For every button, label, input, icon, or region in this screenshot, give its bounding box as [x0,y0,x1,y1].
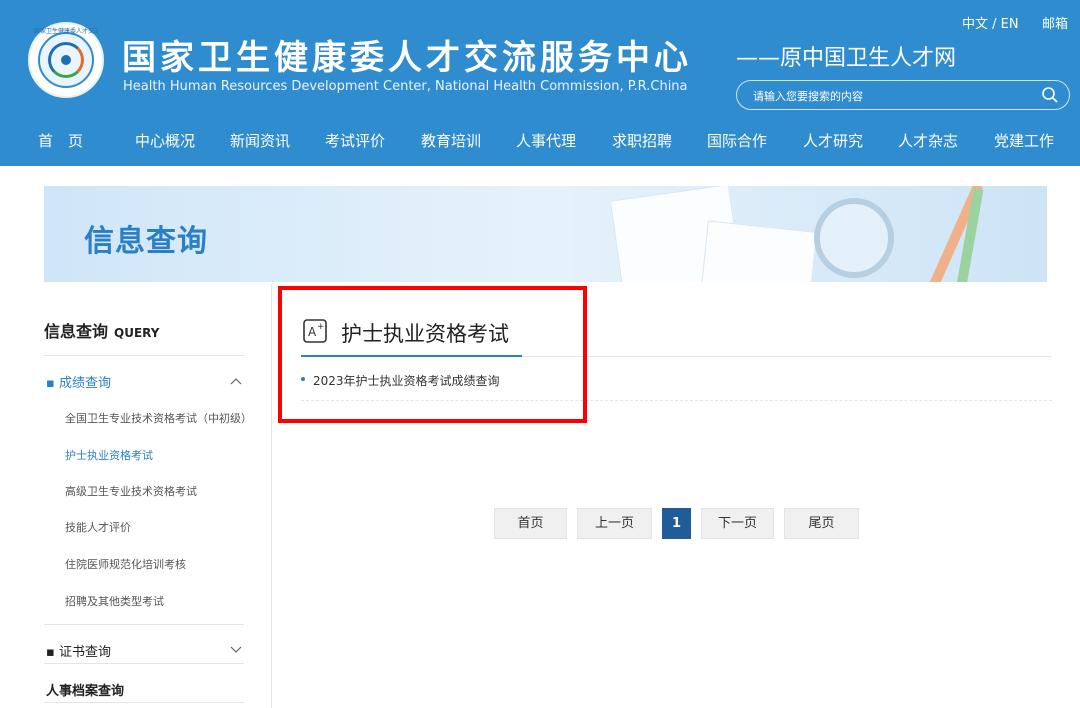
sidebar-divider [44,663,244,664]
nav-training[interactable]: 教育培训 [421,130,481,151]
page-current-button[interactable]: 1 [662,508,691,539]
nav-personnel[interactable]: 人事代理 [516,130,576,151]
banner-title: 信息查询 [84,224,208,259]
nav-news[interactable]: 新闻资讯 [230,130,290,151]
main-nav: 首 页 中心概况 新闻资讯 考试评价 教育培训 人事代理 求职招聘 国际合作 人… [0,122,1080,160]
sidebar-item-recruitment[interactable]: 招聘及其他类型考试 [65,593,164,609]
nav-magazine[interactable]: 人才杂志 [898,130,958,151]
sidebar-divider [44,702,244,703]
page-first-button[interactable]: 首页 [494,508,567,539]
sidebar-divider [44,355,244,356]
site-logo[interactable]: 国家卫生健康委人才交流服务中心 [28,22,104,98]
sidebar-item-senior-health[interactable]: 高级卫生专业技术资格考试 [65,483,197,499]
logo-text: 国家卫生健康委人才交流服务中心 [34,28,98,35]
page-prev-button[interactable]: 上一页 [577,508,652,539]
nav-exams[interactable]: 考试评价 [325,130,385,151]
sidebar-item-nurse[interactable]: 护士执业资格考试 [65,447,153,463]
banner-envelope-image [700,220,818,282]
sidebar-group-label: 证书查询 [58,645,111,660]
bullet-icon: ▪ [46,645,59,660]
sidebar-item-skills[interactable]: 技能人才评价 [65,519,131,535]
sidebar-title: 信息查询 QUERY [44,318,159,342]
sidebar-title-en: QUERY [114,326,160,340]
magnifier-icon [814,198,894,278]
site-header: 国家卫生健康委人才交流服务中心 国家卫生健康委人才交流服务中心 ——原中国卫生人… [0,0,1080,166]
nav-party[interactable]: 党建工作 [994,130,1054,151]
chevron-up-icon[interactable] [230,377,242,385]
page-last-button[interactable]: 尾页 [784,508,859,539]
site-english-name: Health Human Resources Development Cente… [123,79,688,94]
sidebar-group-scores[interactable]: ▪ 成绩查询 [46,372,111,391]
mail-link[interactable]: 邮箱 [1042,13,1068,32]
sidebar-group-certificates[interactable]: ▪ 证书查询 [46,641,111,660]
search-input[interactable] [753,87,1033,105]
nav-about[interactable]: 中心概况 [135,130,195,151]
sidebar-group-archives[interactable]: 人事档案查询 [46,680,124,699]
nav-research[interactable]: 人才研究 [803,130,863,151]
site-title: 国家卫生健康委人才交流服务中心 [122,38,692,78]
nav-international[interactable]: 国际合作 [707,130,767,151]
sidebar-group-label: 成绩查询 [58,376,111,391]
nav-jobs[interactable]: 求职招聘 [612,130,672,151]
sidebar-item-residency[interactable]: 住院医师规范化培训考核 [65,556,186,572]
bullet-icon: ▪ [46,376,59,391]
sidebar-divider [44,624,244,625]
search-icon[interactable] [1041,86,1059,104]
column-divider [271,284,272,708]
language-switch[interactable]: 中文 / EN [962,13,1019,32]
nav-home[interactable]: 首 页 [38,130,83,151]
page-next-button[interactable]: 下一页 [701,508,774,539]
chevron-down-icon[interactable] [230,646,242,654]
search-box [736,80,1070,110]
sidebar-item-health-professional[interactable]: 全国卫生专业技术资格考试（中初级） [65,410,252,426]
page-banner: 信息查询 [44,186,1047,282]
sidebar-title-cn: 信息查询 [44,322,109,341]
site-subtitle: ——原中国卫生人才网 [736,46,957,71]
logo-figure-icon [61,55,71,65]
highlight-box [278,286,587,423]
